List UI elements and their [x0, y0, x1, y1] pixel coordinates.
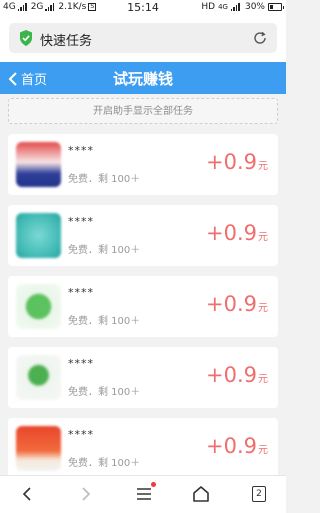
task-card[interactable]: **** 免费．剩 100＋ +0.9 元 — [8, 205, 278, 266]
reward-amount: +0.9 — [206, 150, 257, 174]
refresh-icon[interactable] — [252, 30, 268, 46]
task-name: **** — [68, 428, 94, 441]
task-reward: +0.9 元 — [206, 434, 268, 458]
nav-forward-button[interactable] — [75, 484, 95, 504]
tab-count: 2 — [252, 486, 266, 502]
chevron-left-icon — [22, 487, 31, 501]
browser-bottom-nav: 2 — [0, 475, 286, 513]
app-thumbnail — [16, 142, 61, 187]
task-reward: +0.9 元 — [206, 150, 268, 174]
app-header: 首页 试玩赚钱 — [0, 62, 286, 94]
net-label: 4G — [218, 3, 228, 11]
page-title: 快速任务 — [40, 34, 93, 49]
reward-amount: +0.9 — [206, 292, 257, 316]
shield-check-icon — [19, 30, 33, 46]
task-meta: 免费．剩 100＋ — [68, 316, 141, 327]
task-card[interactable]: **** 免费．剩 100＋ +0.9 元 — [8, 347, 278, 408]
nav-home-button[interactable] — [191, 484, 211, 504]
battery-percent: 30% — [244, 2, 265, 12]
reward-amount: +0.9 — [206, 221, 257, 245]
task-reward: +0.9 元 — [206, 221, 268, 245]
reward-amount: +0.9 — [206, 434, 257, 458]
signal-icon — [230, 3, 240, 11]
address-field[interactable]: 快速任务 — [9, 23, 277, 53]
reward-unit: 元 — [258, 303, 268, 314]
reward-amount: +0.9 — [206, 363, 257, 387]
reward-unit: 元 — [258, 161, 268, 172]
hd-label: HD — [201, 2, 216, 12]
battery-icon — [268, 3, 284, 11]
app-thumbnail — [16, 355, 61, 400]
task-meta: 免费．剩 100＋ — [68, 387, 141, 398]
menu-icon — [137, 488, 151, 500]
task-name: **** — [68, 286, 94, 299]
task-card[interactable]: **** 免费．剩 100＋ +0.9 元 — [8, 276, 278, 337]
status-bar: 4G 2G 2.1K/s S 15:14 HD 4G 30% — [0, 0, 286, 16]
assistant-notice[interactable]: 开启助手显示全部任务 — [8, 98, 278, 124]
reward-unit: 元 — [258, 232, 268, 243]
reward-unit: 元 — [258, 374, 268, 385]
nav-tabs-button[interactable]: 2 — [249, 484, 269, 504]
app-thumbnail — [16, 284, 61, 329]
task-card[interactable]: **** 免费．剩 100＋ +0.9 元 — [8, 134, 278, 195]
home-icon — [193, 486, 209, 502]
app-thumbnail — [16, 426, 61, 471]
task-name: **** — [68, 215, 94, 228]
task-name: **** — [68, 144, 94, 157]
notification-dot — [151, 482, 156, 487]
task-reward: +0.9 元 — [206, 363, 268, 387]
task-reward: +0.9 元 — [206, 292, 268, 316]
header-title: 试玩赚钱 — [112, 70, 173, 88]
app-thumbnail — [16, 213, 61, 258]
task-name: **** — [68, 357, 94, 370]
nav-back-button[interactable] — [18, 484, 38, 504]
task-meta: 免费．剩 100＋ — [68, 458, 141, 469]
task-meta: 免费．剩 100＋ — [68, 245, 141, 256]
reward-unit: 元 — [258, 445, 268, 456]
chevron-right-icon — [82, 487, 91, 501]
browser-address-bar: 快速任务 — [0, 16, 286, 62]
task-meta: 免费．剩 100＋ — [68, 174, 141, 185]
status-right: HD 4G 30% — [201, 2, 284, 12]
nav-menu-button[interactable] — [134, 482, 156, 504]
task-card[interactable]: **** 免费．剩 100＋ +0.9 元 — [8, 418, 278, 479]
